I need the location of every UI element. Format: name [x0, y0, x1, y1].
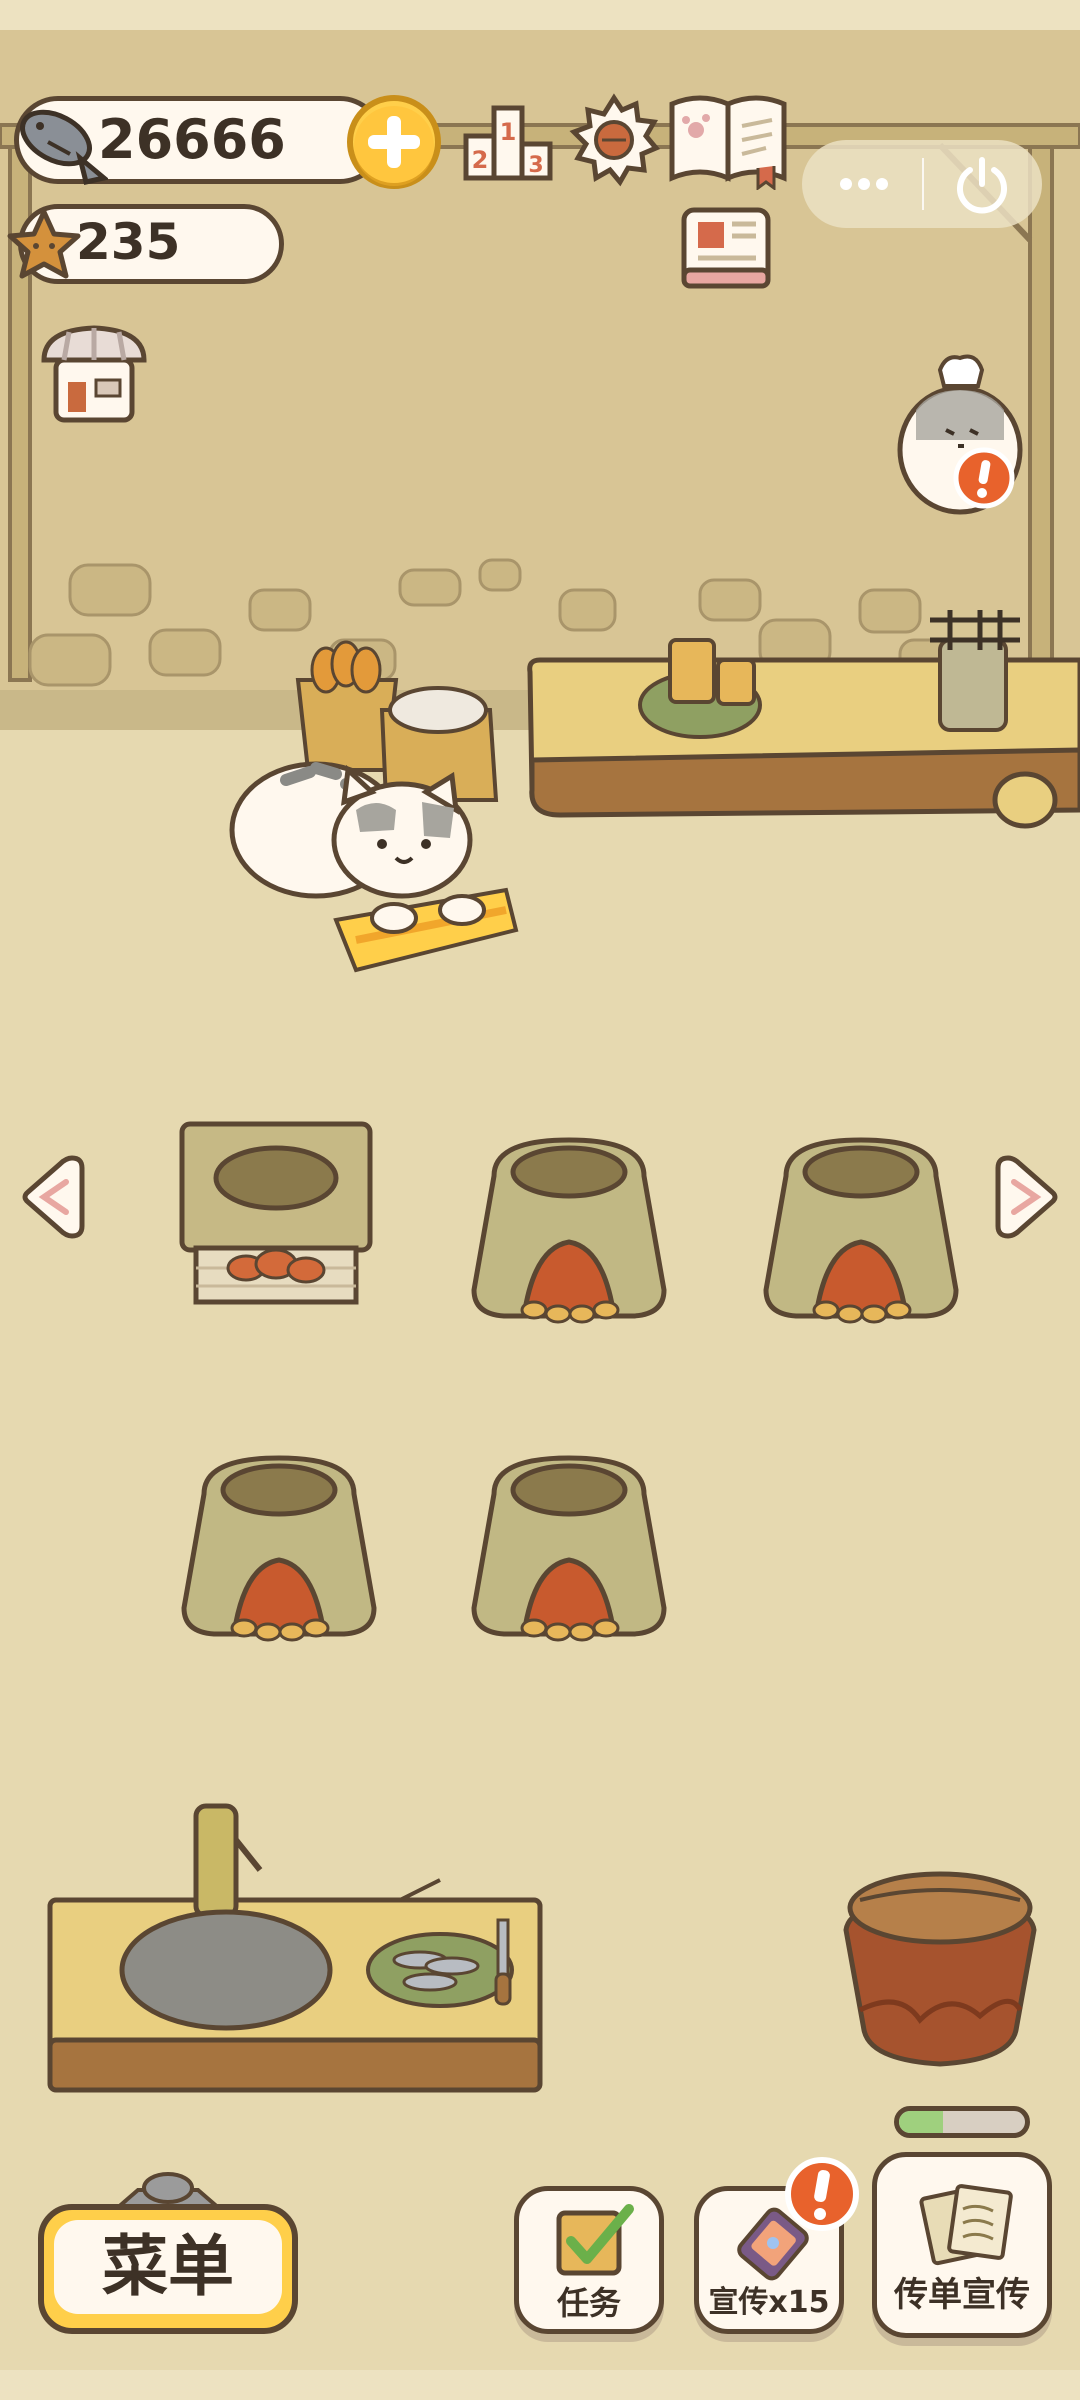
svg-text:1: 1: [500, 118, 517, 146]
top-band: [0, 0, 1080, 30]
stove-slot-3[interactable]: [756, 1130, 966, 1326]
menu-board: 菜单: [38, 2204, 298, 2334]
flyer-paper-icon: [919, 2184, 1013, 2266]
arrow-right-icon: [995, 1155, 1058, 1239]
menu-button[interactable]: 菜单: [38, 2172, 298, 2340]
tasks-button[interactable]: 任务: [514, 2186, 664, 2334]
star-icon: [7, 209, 81, 279]
brick-stove-icon: [179, 1121, 373, 1305]
more-dots-icon: [840, 178, 888, 190]
menu-label: 菜单: [102, 2228, 234, 2305]
flyer-progress-fill: [899, 2111, 944, 2133]
task-checklist-icon: [556, 2204, 634, 2276]
shop-button[interactable]: [34, 320, 154, 430]
chef-cat-player: [229, 761, 519, 973]
prep-table: [47, 1803, 543, 2093]
ranking-podium-icon: 2 1 3: [463, 105, 553, 181]
flyer-promo-button[interactable]: 传单宣传: [872, 2152, 1052, 2338]
promo-alert-badge: [782, 2154, 862, 2234]
power-icon: [957, 157, 1007, 214]
guide-book-button[interactable]: [666, 90, 790, 191]
flyer-progress-bar: [894, 2106, 1030, 2138]
stove-slot-2[interactable]: [464, 1130, 674, 1326]
next-page-button[interactable]: [994, 1152, 1060, 1242]
shop-icon: [41, 325, 147, 423]
back-counter: [527, 610, 1080, 829]
clay-stove-icon: [763, 1137, 959, 1324]
star-count: 235: [76, 213, 181, 271]
clay-stove-icon: [471, 1137, 667, 1324]
plus-icon: [347, 95, 441, 189]
book-icon: [669, 95, 787, 191]
clay-stove-icon: [471, 1455, 667, 1642]
fish-count: 26666: [98, 108, 286, 171]
game-scene: 26666 2 1 3 235 菜单 任务 宣传x15 传单宣传: [0, 0, 1080, 2400]
newspaper-icon: [681, 207, 771, 289]
chef-alert-badge: [952, 446, 1016, 510]
prev-page-button[interactable]: [20, 1152, 86, 1242]
clay-stove-icon: [181, 1455, 377, 1642]
promo-label: 宣传x15: [708, 2285, 830, 2320]
settings-button[interactable]: [566, 92, 662, 188]
capsule-divider: [922, 158, 924, 210]
fish-icon: [20, 109, 108, 185]
add-fish-button[interactable]: [344, 92, 444, 192]
arrow-left-icon: [22, 1155, 85, 1239]
exit-button[interactable]: [934, 150, 1030, 218]
flyer-label: 传单宣传: [894, 2275, 1030, 2315]
stove-slot-5[interactable]: [464, 1448, 674, 1644]
svg-text:2: 2: [472, 146, 489, 174]
clay-pot: [843, 1871, 1037, 2067]
svg-text:3: 3: [528, 153, 543, 178]
exclamation-icon: [953, 447, 1015, 509]
tasks-label: 任务: [556, 2284, 621, 2322]
gear-icon: [569, 93, 661, 187]
more-options-button[interactable]: [814, 150, 914, 218]
news-button[interactable]: [676, 200, 776, 296]
ranking-button[interactable]: 2 1 3: [460, 96, 556, 186]
stove-slot-1[interactable]: [176, 1118, 376, 1308]
exclamation-icon: [785, 2157, 859, 2231]
stove-slot-4[interactable]: [174, 1448, 384, 1644]
bottom-band: [0, 2370, 1080, 2400]
